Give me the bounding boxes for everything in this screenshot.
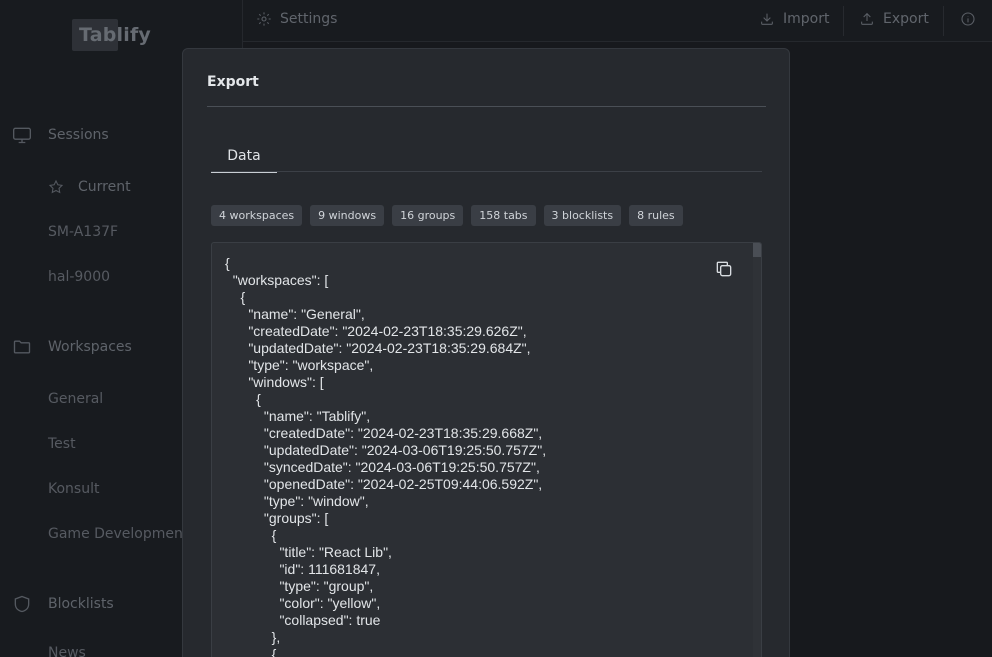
json-code[interactable]: { "workspaces": [ { "name": "General", "… — [225, 255, 546, 657]
copy-button[interactable] — [714, 259, 736, 281]
summary-badges: 4 workspaces 9 windows 16 groups 158 tab… — [211, 205, 683, 226]
copy-icon — [716, 261, 732, 277]
tabs-count-badge: 158 tabs — [471, 205, 536, 226]
json-code-view[interactable]: { "workspaces": [ { "name": "General", "… — [211, 242, 762, 657]
rules-count-badge: 8 rules — [629, 205, 683, 226]
scrollbar[interactable] — [753, 243, 761, 657]
dialog-title: Export — [207, 74, 259, 90]
tab-data[interactable]: Data — [211, 147, 277, 173]
scrollbar-thumb[interactable] — [753, 243, 761, 257]
export-dialog: Export Data 4 workspaces 9 windows 16 gr… — [182, 48, 790, 657]
divider — [207, 106, 766, 107]
blocklists-count-badge: 3 blocklists — [543, 205, 622, 226]
groups-count-badge: 16 groups — [392, 205, 464, 226]
tab-underline — [211, 171, 762, 172]
windows-count-badge: 9 windows — [310, 205, 385, 226]
workspaces-count-badge: 4 workspaces — [211, 205, 303, 226]
